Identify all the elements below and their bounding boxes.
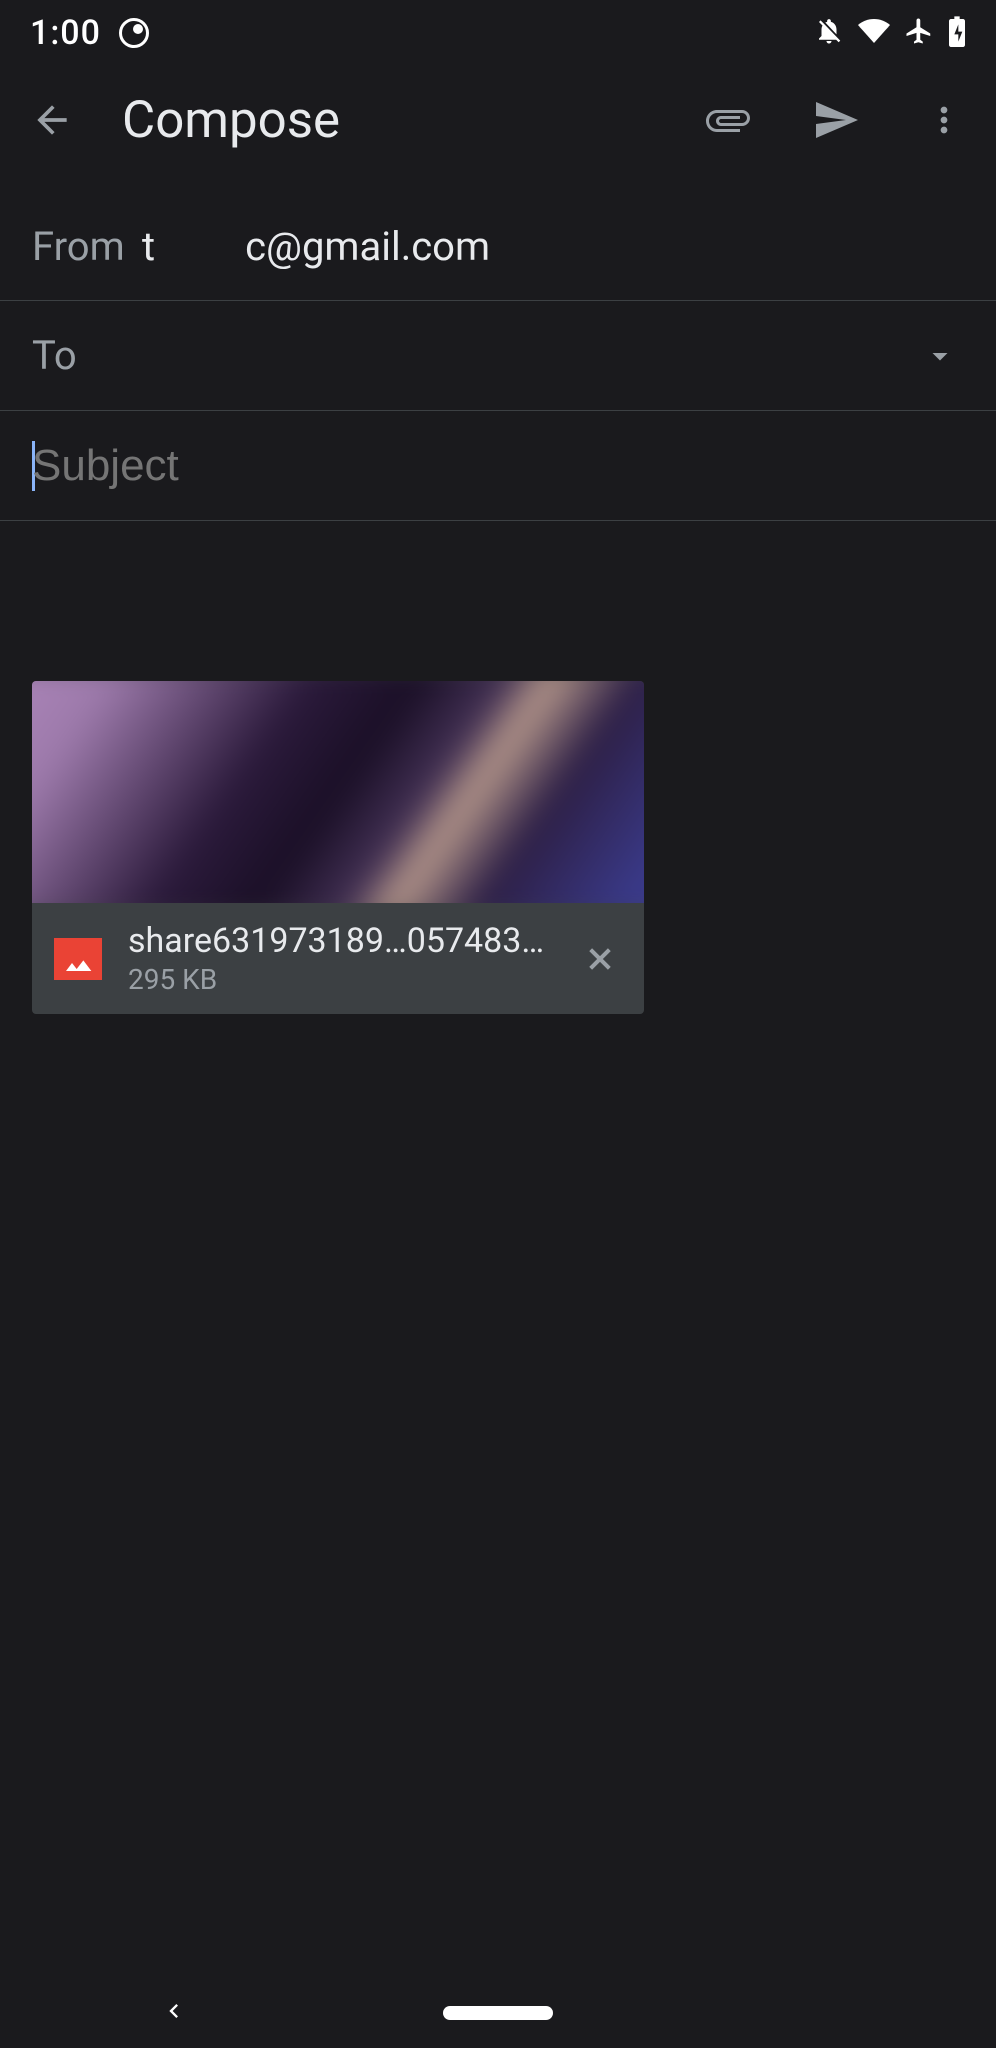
from-email-part1: t [142, 223, 155, 270]
status-time: 1:00 [30, 13, 101, 53]
notifications-off-icon [814, 16, 844, 50]
wifi-icon [858, 15, 890, 51]
subject-row[interactable] [0, 411, 996, 521]
expand-recipients-button[interactable] [916, 332, 964, 380]
attachment-card[interactable]: share631973189…05748371.png 295 KB [32, 681, 644, 1014]
remove-attachment-button[interactable] [578, 937, 622, 981]
navigation-bar [0, 1978, 996, 2048]
to-label: To [32, 332, 916, 379]
back-button[interactable] [24, 92, 80, 148]
status-app-indicator-icon [119, 18, 149, 48]
more-options-button[interactable] [916, 92, 972, 148]
from-label: From [32, 223, 132, 270]
battery-charging-icon [948, 15, 966, 51]
page-title: Compose [122, 91, 658, 150]
send-button[interactable] [808, 92, 864, 148]
attach-button[interactable] [700, 92, 756, 148]
attachment-filename: share631973189…05748371.png [128, 921, 552, 961]
to-row[interactable]: To [0, 301, 996, 411]
airplane-mode-icon [904, 16, 934, 50]
nav-home-pill[interactable] [443, 2006, 553, 2020]
subject-input[interactable] [32, 441, 964, 491]
from-row[interactable]: From t c@gmail.com [0, 191, 996, 301]
attachment-size: 295 KB [128, 963, 552, 996]
status-bar: 1:00 [0, 0, 996, 65]
nav-back-button[interactable] [160, 1997, 188, 2029]
image-file-icon [54, 938, 102, 980]
from-email-part2: c@gmail.com [245, 223, 490, 270]
attachment-preview [32, 681, 644, 903]
app-bar: Compose [0, 65, 996, 175]
from-email: t c@gmail.com [142, 223, 490, 270]
compose-body[interactable]: share631973189…05748371.png 295 KB [0, 521, 996, 1014]
